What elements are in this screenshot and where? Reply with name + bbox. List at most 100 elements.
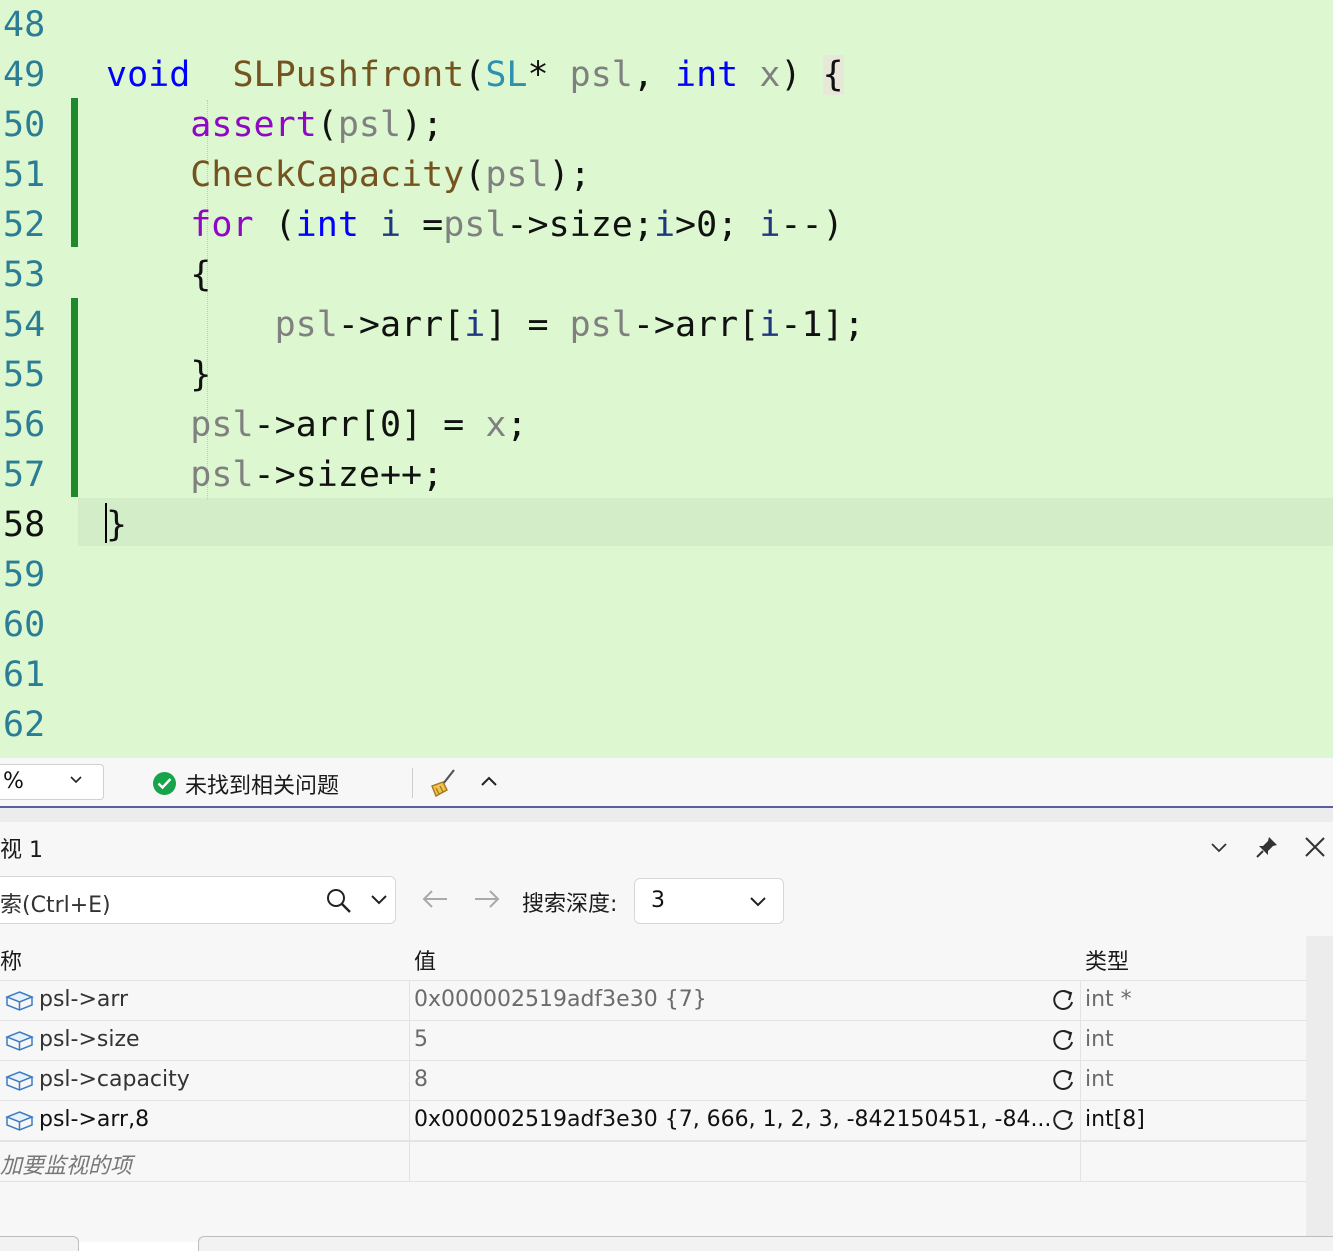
refresh-icon[interactable] — [1050, 1028, 1076, 1054]
chevron-down-icon — [750, 897, 766, 907]
code-token: ->arr[ — [337, 305, 465, 345]
column-header-value[interactable]: 值 — [414, 944, 436, 976]
line-number: 57 — [3, 455, 46, 495]
code-line[interactable]: 51 CheckCapacity(psl); — [0, 150, 1333, 200]
horizontal-scrollbar[interactable] — [198, 1236, 1333, 1251]
code-text: psl->size++; — [106, 450, 443, 500]
code-token: ); — [548, 155, 591, 195]
value-cell[interactable]: 0x000002519adf3e30 {7, 666, 1, 2, 3, -84… — [410, 1101, 1081, 1140]
text-caret — [105, 503, 107, 543]
code-text: } — [106, 500, 127, 550]
code-editor[interactable]: 48 49 void SLPushfront(SL* psl, int x) {50… — [0, 0, 1333, 758]
watch-value: 5 — [414, 1027, 428, 1052]
code-token: --) — [780, 205, 844, 245]
chevron-up-icon[interactable] — [478, 770, 500, 792]
code-token: psl — [569, 55, 633, 95]
zoom-dropdown[interactable]: % — [0, 764, 104, 800]
code-line[interactable]: 48 — [0, 0, 1333, 50]
code-token: i — [759, 305, 781, 345]
code-line[interactable]: 61 — [0, 650, 1333, 700]
line-number: 50 — [3, 105, 46, 145]
watch-expression: psl->size — [39, 1027, 140, 1052]
table-row[interactable]: psl->arr,8 0x000002519adf3e30 {7, 666, 1,… — [0, 1100, 1306, 1141]
line-number: 62 — [3, 705, 46, 745]
line-number: 53 — [3, 255, 46, 295]
line-number: 59 — [3, 555, 46, 595]
chevron-down-icon[interactable] — [1206, 834, 1232, 860]
code-line[interactable]: 55 } — [0, 350, 1333, 400]
vertical-scrollbar[interactable] — [1306, 936, 1333, 1236]
code-line[interactable]: 59 — [0, 550, 1333, 600]
code-line[interactable]: 57 psl->size++; — [0, 450, 1333, 500]
table-header: 称 值 类型 — [0, 936, 1306, 980]
code-line[interactable]: 60 — [0, 600, 1333, 650]
add-watch-placeholder[interactable]: 加要监视的项 — [0, 1148, 132, 1180]
search-depth-dropdown[interactable]: 3 — [634, 878, 784, 924]
code-text: } — [106, 350, 211, 400]
name-cell[interactable]: psl->size — [0, 1021, 410, 1060]
search-depth-label: 搜索深度: — [522, 892, 618, 917]
line-number: 51 — [3, 155, 46, 195]
value-cell[interactable]: 8 — [410, 1061, 1081, 1100]
watch-search-input[interactable]: 索(Ctrl+E) — [0, 876, 396, 924]
code-line[interactable]: 56 psl->arr[0] = x; — [0, 400, 1333, 450]
type-cell: int * — [1081, 981, 1306, 1020]
watch-expression: psl->arr,8 — [39, 1107, 150, 1132]
line-number: 54 — [3, 305, 46, 345]
code-text: psl->arr[0] = x; — [106, 400, 527, 450]
name-cell[interactable]: psl->arr,8 — [0, 1101, 410, 1140]
object-cube-icon — [5, 1111, 34, 1131]
line-number: 61 — [3, 655, 46, 695]
horizontal-scrollbar[interactable] — [0, 1236, 79, 1251]
code-line[interactable]: 52 for (int i =psl->size;i>0; i--) — [0, 200, 1333, 250]
name-cell[interactable]: psl->capacity — [0, 1061, 410, 1100]
value-cell[interactable]: 5 — [410, 1021, 1081, 1060]
code-token: ( — [316, 105, 338, 145]
code-line[interactable]: 54 psl->arr[i] = psl->arr[i-1]; — [0, 300, 1333, 350]
add-watch-row[interactable]: 加要监视的项 — [0, 1141, 1306, 1182]
code-cleanup-brush-icon[interactable] — [427, 768, 459, 798]
refresh-icon[interactable] — [1050, 1068, 1076, 1094]
issues-status-text[interactable]: 未找到相关问题 — [185, 768, 339, 800]
column-header-type[interactable]: 类型 — [1085, 944, 1129, 976]
chevron-down-icon[interactable] — [370, 893, 388, 907]
code-token: i — [759, 205, 781, 245]
code-token: ) — [780, 55, 823, 95]
code-text: CheckCapacity(psl); — [106, 150, 591, 200]
code-line[interactable]: 53 { — [0, 250, 1333, 300]
code-token: for — [190, 205, 254, 245]
code-token: psl — [569, 305, 633, 345]
table-row[interactable]: psl->capacity 8 int — [0, 1060, 1306, 1100]
refresh-icon[interactable] — [1050, 988, 1076, 1014]
code-line[interactable]: 50 assert(psl); — [0, 100, 1333, 150]
pin-icon[interactable] — [1254, 834, 1280, 860]
code-token: CheckCapacity — [190, 155, 465, 195]
code-line[interactable]: 62 — [0, 700, 1333, 750]
name-cell[interactable]: psl->arr — [0, 981, 410, 1020]
line-number: 58 — [3, 505, 46, 545]
search-icon[interactable] — [326, 888, 352, 914]
code-token: x — [485, 405, 507, 445]
table-row[interactable]: psl->size 5 int — [0, 1020, 1306, 1060]
column-header-name[interactable]: 称 — [0, 944, 22, 976]
close-icon[interactable] — [1302, 834, 1328, 860]
value-cell[interactable]: 0x000002519adf3e30 {7} — [410, 981, 1081, 1020]
code-line[interactable]: 49 void SLPushfront(SL* psl, int x) { — [0, 50, 1333, 100]
arrow-left-icon[interactable] — [420, 888, 450, 910]
line-number: 52 — [3, 205, 46, 245]
code-token: ( — [253, 205, 296, 245]
panel-title: 视 1 — [0, 838, 43, 863]
code-token: * — [527, 55, 570, 95]
arrow-right-icon[interactable] — [472, 888, 502, 910]
code-token: ; — [506, 405, 528, 445]
refresh-icon[interactable] — [1050, 1108, 1076, 1134]
line-number: 60 — [3, 605, 46, 645]
code-token: x — [759, 55, 781, 95]
table-row[interactable]: psl->arr 0x000002519adf3e30 {7} int * — [0, 980, 1306, 1020]
code-line[interactable]: 58} — [0, 500, 1333, 550]
watch-type: int — [1085, 1067, 1114, 1092]
